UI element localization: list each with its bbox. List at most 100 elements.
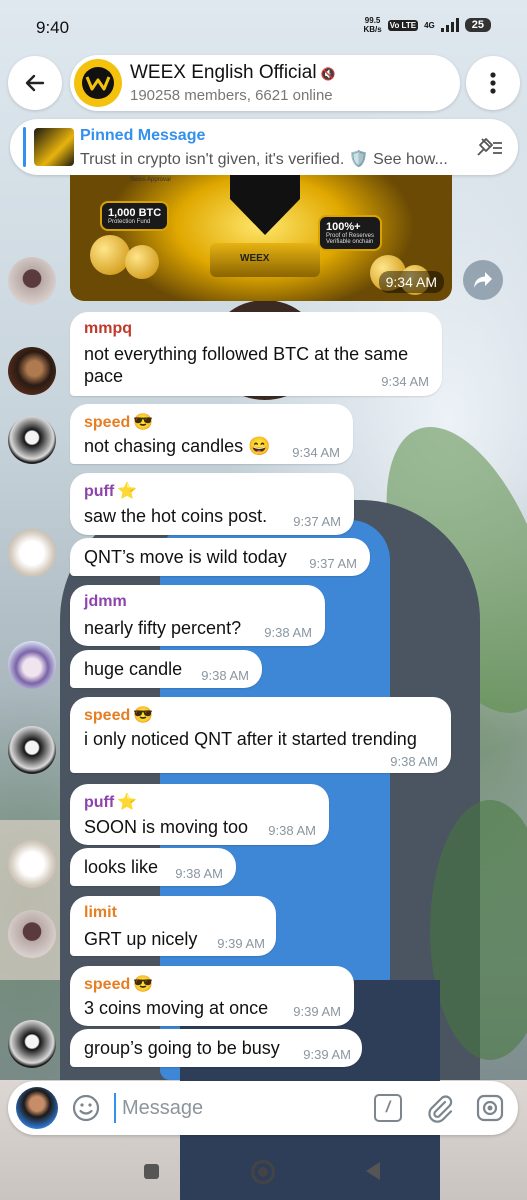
signal-icon [440,18,459,32]
avatar[interactable] [8,910,56,958]
status-bar: 9:40 99.5 KB/s Vo LTE 4G 25 [0,0,527,56]
pin-list-icon[interactable] [474,135,504,159]
camera-icon[interactable] [474,1092,506,1124]
volte-icon: Vo LTE [387,19,419,31]
more-vertical-icon [490,72,496,94]
message-bubble[interactable]: speed 😎 not chasing candles 😄 9:34 AM [70,404,353,464]
muted-icon: 🔇 [320,67,336,81]
message-bubble[interactable]: puff ⭐ saw the hot coins post. 9:37 AM [70,473,354,535]
sunglasses-emoji: 😎 [133,414,154,431]
avatar[interactable] [8,347,56,395]
star-emoji: ⭐ [117,794,138,811]
message-bubble[interactable]: speed 😎 i only noticed QNT after it start… [70,697,451,773]
chat-header[interactable]: WEEX English Official 🔇 190258 members, 6… [70,55,460,111]
network-type: 4G [424,20,435,30]
network-speed: 99.5 KB/s [363,16,382,34]
sender-name[interactable]: mmpq [84,320,132,338]
forward-icon [474,272,492,288]
message-time: 9:39 AM [217,936,265,951]
pinned-text: Trust in crypto isn't given, it's verifi… [80,151,448,168]
message-time: 9:38 AM [264,625,312,640]
forward-button[interactable] [463,260,503,300]
message-composer: / [8,1081,518,1135]
avatar[interactable] [8,641,56,689]
message-bubble[interactable]: mmpq not everything followed BTC at the … [70,312,442,396]
coin-graphic [90,235,130,275]
chat-subtitle: 190258 members, 6621 online [130,87,333,104]
status-icons: 99.5 KB/s Vo LTE 4G 25 [363,16,491,34]
avatar[interactable] [8,529,56,577]
chat-title: WEEX English Official 🔇 [130,62,336,83]
sender-name[interactable]: puff ⭐ [84,481,137,501]
system-back-button[interactable] [366,1162,380,1180]
proof-of-reserves-card: 100%+ Proof of Reserves Verifiable oncha… [318,215,383,251]
message-time: 9:39 AM [293,1004,341,1019]
message-text: looks like [84,857,159,877]
avatar[interactable] [8,726,56,774]
message-text: saw the hot coins post. [84,506,268,526]
bot-command-icon[interactable]: / [374,1094,402,1122]
pedestal-label: WEEX [240,253,270,264]
message-bubble[interactable]: huge candle 9:38 AM [70,650,262,688]
system-navigation-bar [0,1140,527,1200]
message-bubble[interactable]: speed 😎 3 coins moving at once 9:39 AM [70,966,354,1026]
message-time: 9:34 AM [378,271,444,293]
message-time: 9:37 AM [293,514,341,529]
avatar[interactable] [8,840,56,888]
avatar[interactable] [8,1020,56,1068]
message-bubble[interactable]: puff ⭐ SOON is moving too 9:38 AM [70,784,329,845]
sender-name[interactable]: speed 😎 [84,974,153,994]
message-text: group’s going to be busy [84,1038,280,1058]
back-button[interactable] [8,56,62,110]
sender-name[interactable]: jdmm [84,593,127,611]
sender-name[interactable]: speed 😎 [84,412,153,432]
message-bubble[interactable]: group’s going to be busy 9:39 AM [70,1029,362,1067]
message-bubble[interactable]: limit GRT up nicely 9:39 AM [70,896,276,956]
message-text: not everything followed BTC at the same [84,344,409,364]
emoji-smile-icon[interactable] [70,1092,102,1124]
status-time: 9:40 [36,18,70,37]
image-message[interactable]: Swiss Approval 1,000 BTC Protection Fund… [70,175,452,301]
message-bubble[interactable]: jdmm nearly fifty percent? 9:38 AM [70,585,325,646]
message-text: not chasing candles 😄 [84,436,271,456]
message-input[interactable] [114,1093,364,1123]
home-button[interactable] [251,1160,275,1184]
pinned-thumbnail [34,128,74,166]
more-options-button[interactable] [466,56,520,110]
sender-name[interactable]: limit [84,904,117,922]
recents-button[interactable] [144,1164,159,1179]
image-caption-small: Swiss Approval [130,177,171,183]
message-text: QNT’s move is wild today [84,547,287,567]
message-bubble[interactable]: QNT’s move is wild today 9:37 AM [70,538,370,576]
battery-icon: 25 [464,18,491,32]
message-text: huge candle [84,659,183,679]
paperclip-icon[interactable] [424,1092,456,1124]
avatar[interactable] [8,257,56,305]
pinned-message-bar[interactable]: Pinned Message Trust in crypto isn't giv… [10,119,518,175]
message-time: 9:38 AM [175,866,223,881]
pinned-title: Pinned Message [80,127,206,144]
message-time: 9:37 AM [309,556,357,571]
send-as-avatar[interactable] [16,1087,58,1129]
shield-graphic [230,175,300,235]
message-time: 9:38 AM [268,823,316,838]
protection-fund-card: 1,000 BTC Protection Fund [100,201,170,231]
sunglasses-emoji: 😎 [133,707,154,724]
channel-avatar[interactable] [74,59,122,107]
message-text: pace [84,366,124,386]
message-time: 9:38 AM [390,754,438,769]
weex-logo-icon [82,67,114,99]
sender-name[interactable]: puff ⭐ [84,792,137,812]
avatar[interactable] [8,416,56,464]
message-time: 9:34 AM [292,445,340,460]
arrow-left-icon [25,74,45,92]
message-text: i only noticed QNT after it started tren… [84,729,417,749]
star-emoji: ⭐ [117,483,138,500]
message-text: 3 coins moving at once [84,998,269,1018]
message-text: GRT up nicely [84,929,198,949]
message-text: nearly fifty percent? [84,618,242,638]
sender-name[interactable]: speed 😎 [84,705,153,725]
message-bubble[interactable]: looks like 9:38 AM [70,848,236,886]
message-time: 9:38 AM [201,668,249,683]
pinned-indicator [23,127,26,167]
